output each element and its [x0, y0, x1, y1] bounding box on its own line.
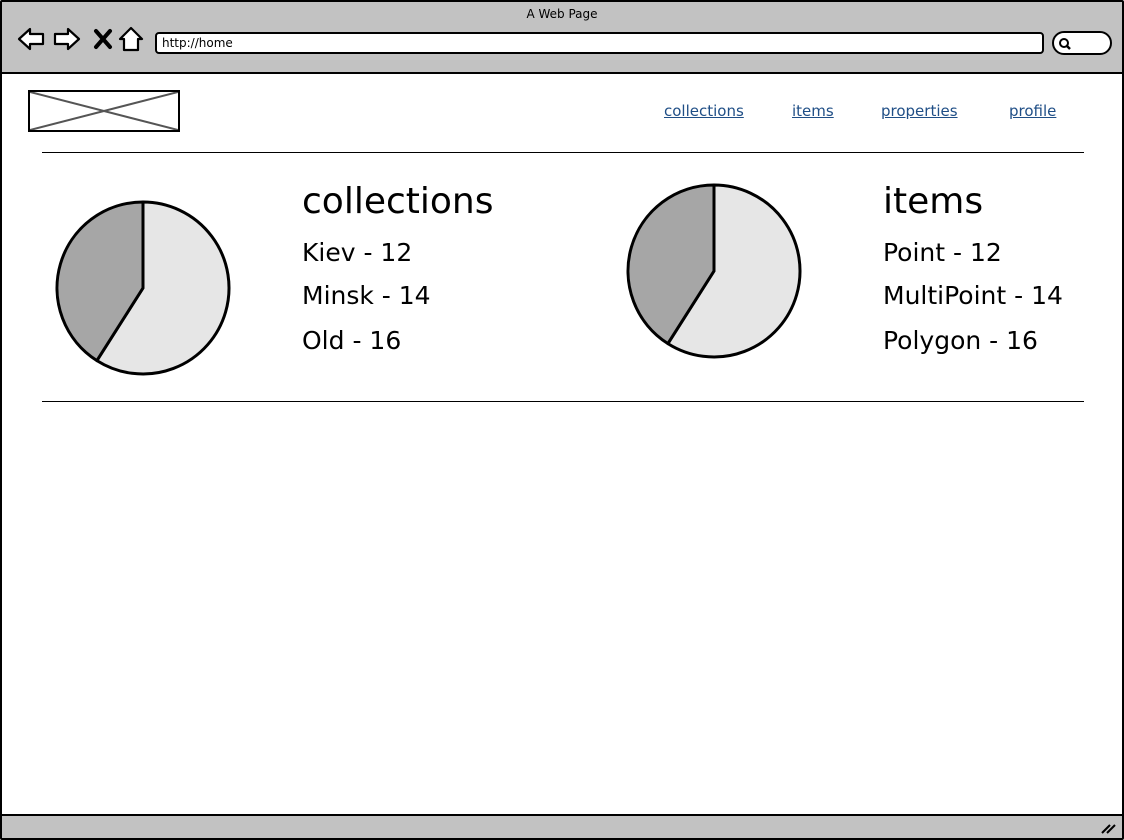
header-divider: [42, 152, 1084, 153]
nav-link-collections[interactable]: collections: [664, 102, 744, 120]
image-placeholder-icon: [30, 92, 178, 130]
items-pie-chart: [626, 183, 802, 359]
search-field[interactable]: [1052, 31, 1112, 55]
collections-pie-chart: [55, 200, 231, 376]
items-title: items: [883, 181, 984, 222]
items-legend-item: Point - 12: [883, 238, 1002, 267]
browser-statusbar: [2, 814, 1122, 838]
browser-titlebar: A Web Page http://home: [2, 2, 1122, 74]
collections-legend-item: Minsk - 14: [302, 281, 431, 310]
back-arrow-icon[interactable]: [16, 24, 46, 54]
search-icon: [1059, 38, 1071, 50]
collections-title: collections: [302, 181, 494, 222]
nav-link-items[interactable]: items: [792, 102, 834, 120]
stop-x-icon[interactable]: [88, 24, 118, 54]
logo-placeholder: [28, 90, 180, 132]
nav-link-properties[interactable]: properties: [881, 102, 958, 120]
url-field[interactable]: http://home: [155, 32, 1044, 54]
forward-arrow-icon[interactable]: [52, 24, 82, 54]
collections-legend-item: Old - 16: [302, 326, 402, 355]
home-icon[interactable]: [116, 24, 146, 54]
resize-grip-icon[interactable]: [1100, 822, 1116, 834]
items-legend-item: MultiPoint - 14: [883, 281, 1063, 310]
content-divider: [42, 401, 1084, 402]
nav-link-profile[interactable]: profile: [1009, 102, 1056, 120]
collections-legend-item: Kiev - 12: [302, 238, 413, 267]
browser-window: A Web Page http://home collections items…: [0, 0, 1124, 840]
window-title: A Web Page: [526, 7, 598, 21]
items-legend-item: Polygon - 16: [883, 326, 1038, 355]
